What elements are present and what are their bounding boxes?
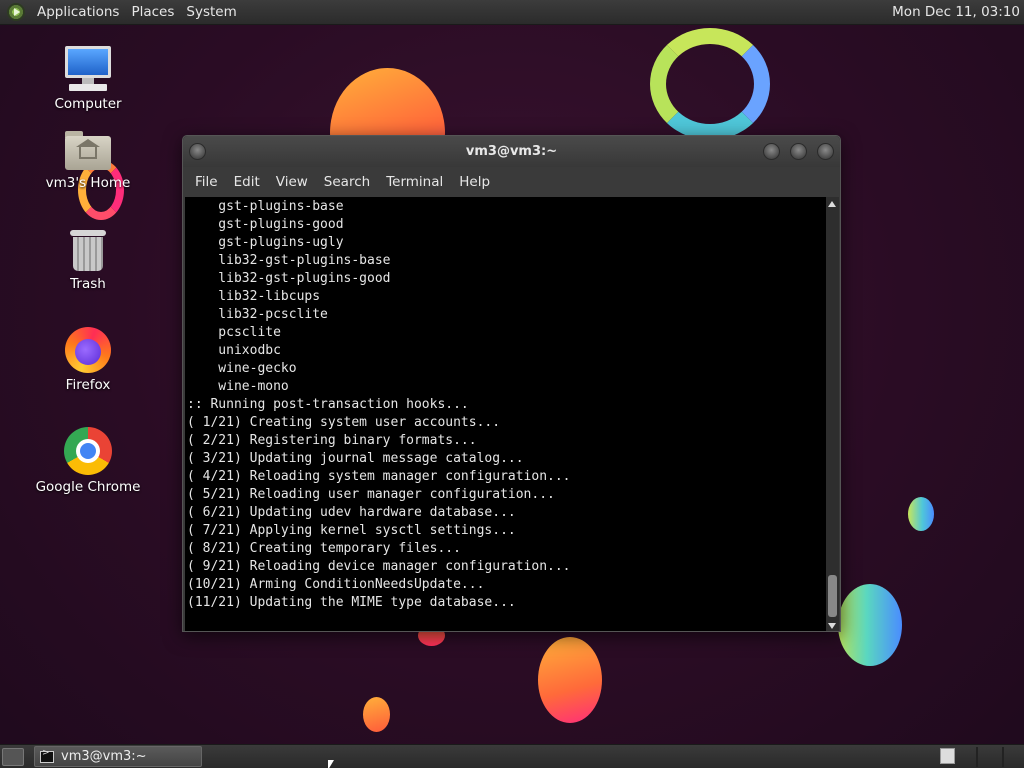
menu-places[interactable]: Places bbox=[125, 4, 180, 20]
computer-icon bbox=[63, 46, 113, 92]
menu-search[interactable]: Search bbox=[316, 174, 378, 190]
menu-help[interactable]: Help bbox=[451, 174, 498, 190]
workspace-1[interactable] bbox=[940, 748, 955, 764]
trash-icon bbox=[70, 230, 106, 272]
terminal-line: lib32-gst-plugins-base bbox=[187, 253, 391, 268]
window-menu-button[interactable] bbox=[189, 143, 206, 160]
terminal-output[interactable]: gst-plugins-base gst-plugins-good gst-pl… bbox=[185, 197, 827, 631]
wallpaper-blob bbox=[908, 497, 934, 531]
show-desktop-button[interactable] bbox=[2, 747, 24, 766]
desktop-icon-computer[interactable]: Computer bbox=[28, 46, 148, 112]
mouse-cursor-icon bbox=[328, 760, 334, 768]
menu-applications[interactable]: Applications bbox=[31, 4, 125, 20]
minimize-button[interactable] bbox=[763, 143, 780, 160]
terminal-line: pcsclite bbox=[187, 325, 281, 340]
workspace-separator bbox=[976, 747, 978, 767]
terminal-line: wine-gecko bbox=[187, 361, 297, 376]
terminal-line: ( 6/21) Updating udev hardware database.… bbox=[187, 505, 516, 520]
terminal-line: :: Running post-transaction hooks... bbox=[187, 397, 469, 412]
terminal-line: lib32-gst-plugins-good bbox=[187, 271, 391, 286]
window-title: vm3@vm3:~ bbox=[465, 144, 558, 159]
desktop-icon-firefox[interactable]: Firefox bbox=[28, 327, 148, 393]
terminal-line: gst-plugins-base bbox=[187, 199, 344, 214]
wallpaper-ring bbox=[650, 28, 770, 140]
terminal-line: ( 9/21) Reloading device manager configu… bbox=[187, 559, 571, 574]
terminal-line: ( 3/21) Updating journal message catalog… bbox=[187, 451, 524, 466]
home-folder-icon bbox=[65, 131, 111, 171]
wallpaper-blob bbox=[363, 697, 390, 732]
menu-view[interactable]: View bbox=[268, 174, 316, 190]
scroll-down-arrow-icon[interactable] bbox=[828, 623, 836, 629]
terminal-line: (11/21) Updating the MIME type database.… bbox=[187, 595, 516, 610]
clock[interactable]: Mon Dec 11, 03:10 bbox=[892, 4, 1024, 20]
desktop-icon-label: vm3's Home bbox=[45, 175, 131, 191]
terminal-line: ( 4/21) Reloading system manager configu… bbox=[187, 469, 571, 484]
desktop-icon-label: Trash bbox=[70, 276, 106, 292]
bottom-panel: vm3@vm3:~ bbox=[0, 744, 1024, 768]
desktop-icon-chrome[interactable]: Google Chrome bbox=[28, 427, 148, 495]
scrollbar-thumb[interactable] bbox=[828, 575, 837, 617]
terminal-lines: gst-plugins-base gst-plugins-good gst-pl… bbox=[185, 197, 827, 612]
desktop-icon-label: Firefox bbox=[65, 377, 111, 393]
distro-logo-icon[interactable] bbox=[7, 3, 25, 21]
menu-system[interactable]: System bbox=[180, 4, 242, 20]
taskbar-item-label: vm3@vm3:~ bbox=[61, 749, 147, 764]
terminal-line: (10/21) Arming ConditionNeedsUpdate... bbox=[187, 577, 485, 592]
terminal-line: ( 7/21) Applying kernel sysctl settings.… bbox=[187, 523, 516, 538]
desktop-icon-trash[interactable]: Trash bbox=[28, 230, 148, 292]
terminal-line: unixodbc bbox=[187, 343, 281, 358]
terminal-line: gst-plugins-ugly bbox=[187, 235, 344, 250]
maximize-button[interactable] bbox=[790, 143, 807, 160]
terminal-line: lib32-libcups bbox=[187, 289, 321, 304]
desktop-icon-home[interactable]: vm3's Home bbox=[28, 131, 148, 191]
menu-edit[interactable]: Edit bbox=[226, 174, 268, 190]
terminal-menubar: File Edit View Search Terminal Help bbox=[183, 167, 840, 196]
window-titlebar[interactable]: vm3@vm3:~ bbox=[183, 136, 840, 167]
desktop-icon-label: Computer bbox=[54, 96, 122, 112]
terminal-line: ( 2/21) Registering binary formats... bbox=[187, 433, 477, 448]
workspace-separator bbox=[1002, 747, 1004, 767]
terminal-line: wine-mono bbox=[187, 379, 289, 394]
terminal-line: gst-plugins-good bbox=[187, 217, 344, 232]
terminal-line: ( 8/21) Creating temporary files... bbox=[187, 541, 461, 556]
firefox-icon bbox=[65, 327, 111, 373]
chrome-icon bbox=[64, 427, 112, 475]
terminal-window[interactable]: vm3@vm3:~ File Edit View Search Terminal… bbox=[182, 135, 841, 632]
terminal-line: ( 1/21) Creating system user accounts... bbox=[187, 415, 501, 430]
taskbar-item-terminal[interactable]: vm3@vm3:~ bbox=[34, 746, 202, 767]
menu-terminal[interactable]: Terminal bbox=[378, 174, 451, 190]
menu-file[interactable]: File bbox=[187, 174, 226, 190]
scroll-up-arrow-icon[interactable] bbox=[828, 201, 836, 207]
terminal-line: ( 5/21) Reloading user manager configura… bbox=[187, 487, 555, 502]
desktop-icon-label: Google Chrome bbox=[35, 479, 141, 495]
terminal-icon bbox=[40, 748, 54, 763]
terminal-scrollbar[interactable] bbox=[826, 197, 839, 631]
terminal-line: lib32-pcsclite bbox=[187, 307, 328, 322]
close-button[interactable] bbox=[817, 143, 834, 160]
wallpaper-blob bbox=[538, 637, 602, 723]
wallpaper-blob bbox=[838, 584, 902, 666]
top-panel: Applications Places System Mon Dec 11, 0… bbox=[0, 0, 1024, 25]
